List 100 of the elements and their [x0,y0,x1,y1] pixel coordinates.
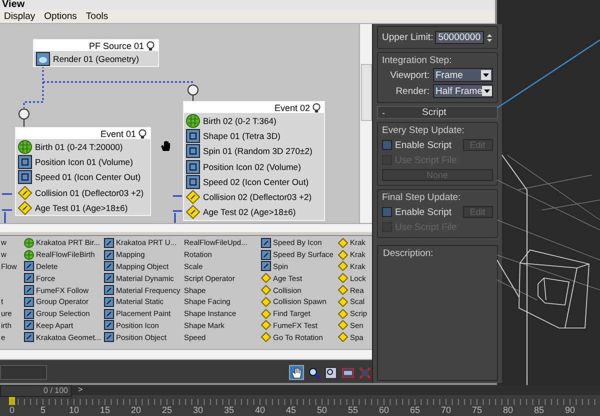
grid-ball-icon [18,140,32,154]
square-frame-icon [261,250,271,260]
hand-cursor-icon [160,140,172,152]
frame-label: 15 [100,405,110,415]
field-label: Viewport: [390,70,430,80]
diamond-sign-icon [338,250,348,260]
vertical-scrollbar[interactable] [359,24,372,223]
frame-label: 20 [131,405,141,415]
next-frame-button[interactable]: > [75,385,83,395]
frame-label: 70 [441,405,451,415]
square-frame-icon [186,160,200,174]
light-bulb-icon[interactable] [138,128,147,138]
light-bulb-icon[interactable] [146,40,155,50]
square-frame-icon [24,332,34,342]
square-frame-icon [261,261,271,272]
square-frame-icon [186,174,200,189]
dropdown[interactable]: Half Frame [432,84,492,98]
horizontal-scrollbar[interactable] [0,349,372,360]
node-title: PF Source 01 [88,40,144,50]
operator-label[interactable]: Age Test 02 (Age>18±6) [203,207,296,218]
rollout-header[interactable]: - Script [377,106,498,119]
node-title: Event 02 [274,102,310,112]
field-label: Render: [396,86,430,96]
square-frame-icon [104,296,114,307]
operator-label[interactable]: Position Icon 02 (Volume) [203,162,301,172]
diamond-sign-icon [186,190,200,204]
diamond-sign-icon [338,285,348,296]
operator-label[interactable]: Age Test 01 (Age>18±6) [35,202,128,213]
menu-item[interactable]: Options [44,11,77,22]
square-frame-icon [24,320,34,330]
square-frame-icon [104,285,114,296]
light-bulb-icon[interactable] [312,102,321,112]
frame-label: 60 [379,405,389,415]
operator-label[interactable]: Position Icon 01 (Volume) [35,156,133,167]
operator-label[interactable]: Speed 02 (Icon Center Out) [203,176,309,187]
frame-label: 65 [410,405,420,415]
square-frame-icon [104,308,114,319]
frame-label: 85 [534,405,544,415]
diamond-sign-icon [338,320,348,330]
menu-item[interactable]: Display [4,11,36,22]
upper-limit-field[interactable]: 50000000 [435,31,484,44]
hand-icon[interactable] [289,365,304,380]
grid-ball-icon [24,250,34,260]
checkbox[interactable] [382,207,392,217]
input-port-icon[interactable] [187,84,199,101]
operator-label[interactable]: Collision 01 (Deflector03 +2) [35,188,144,198]
operator-label[interactable]: Birth 01 (0-24 T:20000) [35,142,123,152]
event-node[interactable]: PF Source 01 Render 01 (Geometry) [33,39,159,68]
square-frame-icon [18,154,32,169]
diamond-sign-icon [338,308,348,319]
frame-label: 55 [348,405,358,415]
square-frame-icon [104,320,114,330]
wire-line [172,194,182,223]
operator-label[interactable]: Spin 01 (Random 3D 270±2) [203,146,312,156]
checkbox[interactable] [382,140,392,150]
diamond-sign-icon [261,308,271,319]
frame-counter: 0 / 100 [0,385,72,397]
frame-label: 25 [162,405,172,415]
operator-label[interactable]: Birth 02 (0-2 T:364) [203,116,276,126]
frame-label: 40 [255,405,265,415]
diamond-sign-icon [261,285,271,296]
zoom-region-icon[interactable] [323,365,338,380]
wire-line [0,192,13,223]
operator-label[interactable]: Shape 01 (Tetra 3D) [203,130,280,141]
frame-label: 35 [224,405,234,415]
frame-label: 5 [40,405,46,415]
operator-label[interactable]: Render 01 (Geometry) [53,54,139,64]
frame-label: 90 [565,405,575,415]
diamond-sign-icon [186,205,200,220]
horizontal-scrollbar[interactable] [0,223,372,232]
square-frame-icon [18,170,32,184]
window-icon[interactable] [340,365,355,380]
square-frame-icon [24,273,34,284]
diamond-sign-icon [338,332,348,342]
diamond-sign-icon [261,332,271,342]
square-frame-icon [261,238,271,248]
group-title: Description: [383,248,434,259]
magnifier-icon[interactable] [306,365,321,380]
node-title: Event 01 [100,128,136,138]
square-frame-icon [104,261,114,272]
event-node[interactable]: Event 02 Birth 02 (0-2 T:364) Shape 01 (Tetra 3D) Spin 01 (Random 3D 270±2) Position Icon 02 (Volume) Speed 02 (Icon Center Out) Collision 02 (Deflector03 +2) Age Test 02 (Age>18±6) [183,101,325,222]
diamond-sign-icon [261,320,271,330]
diamond-sign-icon [338,273,348,284]
square-frame-icon [186,128,200,143]
frame-label: 10 [69,405,79,415]
diamond-sign-icon [338,238,348,248]
input-port-icon[interactable] [18,108,30,127]
spinner-icon[interactable] [486,32,492,44]
square-frame-icon [104,273,114,284]
frame-label: 75 [472,405,482,415]
square-frame-icon [24,285,34,296]
square-frame-icon [24,261,34,272]
operator-label[interactable]: Collision 02 (Deflector03 +2) [203,192,312,202]
dropdown[interactable]: Frame [432,68,492,82]
frame-label: 50 [317,405,327,415]
operator-label[interactable]: Speed 01 (Icon Center Out) [35,172,141,182]
diamond-sign-icon [338,261,348,272]
menu-item[interactable]: Tools [86,11,108,22]
square-frame-icon [104,332,114,342]
event-node[interactable]: Event 01 Birth 01 (0-24 T:20000) Position Icon 01 (Volume) Speed 01 (Icon Center Out) Collision 01 (Deflector03 +2) Age Test 01 (Age>18±6) [15,127,151,216]
